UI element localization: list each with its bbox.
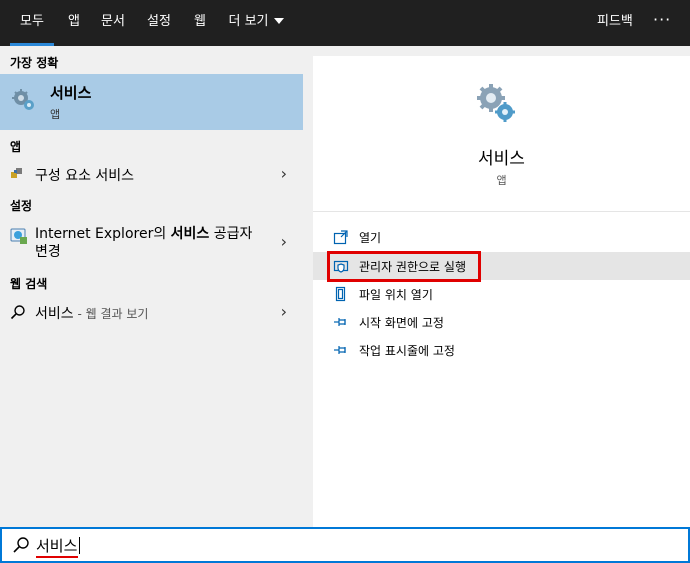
list-item-component-services[interactable]: 구성 요소 서비스 › (0, 160, 303, 188)
chevron-down-icon (273, 17, 284, 24)
tab-label: 앱 (68, 14, 80, 29)
open-action[interactable]: 열기 (313, 223, 690, 251)
best-match-subtitle: 앱 (50, 108, 61, 121)
open-icon (333, 230, 348, 245)
tab-label: 모두 (20, 14, 44, 29)
chevron-right-icon: › (280, 302, 287, 321)
tab-label: 더 보기 (228, 14, 269, 29)
pin-to-start-action[interactable]: 시작 화면에 고정 (313, 308, 690, 336)
list-item-ie-search-provider[interactable]: Internet Explorer의 서비스 공급자 변경 › (0, 220, 303, 264)
web-result-hint: - 웹 결과 보기 (73, 307, 149, 321)
preview-title: 서비스 (478, 149, 525, 169)
search-query: 서비스 (36, 537, 78, 555)
action-label: 파일 위치 열기 (359, 288, 433, 302)
action-label: 시작 화면에 고정 (359, 316, 444, 330)
divider (313, 211, 690, 212)
feedback-button[interactable]: 피드백 (597, 0, 633, 44)
annotation-highlight-box (327, 251, 481, 282)
action-label: 열기 (359, 231, 382, 245)
annotation-underline (36, 556, 78, 558)
open-file-location-action[interactable]: 파일 위치 열기 (313, 280, 690, 308)
label-prefix: Internet Explorer의 (35, 226, 171, 242)
preview-subtitle: 앱 (496, 174, 507, 187)
label-bold: 서비스 (170, 226, 210, 242)
tab-apps[interactable]: 앱 (62, 0, 86, 46)
list-item-web-search[interactable]: 서비스 - 웹 결과 보기 › (0, 298, 303, 326)
action-label: 작업 표시줄에 고정 (359, 344, 455, 358)
component-services-icon (11, 168, 22, 178)
pin-icon (334, 318, 346, 326)
gears-icon (477, 84, 515, 122)
web-query: 서비스 (35, 306, 74, 322)
tab-more[interactable]: 더 보기 (226, 0, 286, 46)
results-panel: 가장 정확 서비스 앱 앱 구성 요소 서비스 › 설정 Internet Ex… (0, 46, 303, 527)
search-input[interactable]: 서비스 (36, 535, 81, 556)
best-match-result[interactable]: 서비스 앱 (0, 74, 303, 130)
chevron-right-icon: › (280, 164, 287, 183)
filter-bar: 모두 앱 문서 설정 웹 더 보기 피드백 ··· (0, 0, 690, 46)
search-icon (13, 537, 29, 553)
chevron-right-icon: › (280, 232, 287, 251)
best-match-title: 서비스 (50, 84, 92, 102)
pin-to-taskbar-action[interactable]: 작업 표시줄에 고정 (313, 336, 690, 364)
file-location-icon (335, 286, 346, 302)
tab-settings[interactable]: 설정 (143, 0, 175, 46)
apps-heading: 앱 (10, 140, 22, 154)
label-suffix: 공급자 (209, 226, 253, 242)
web-search-heading: 웹 검색 (10, 277, 48, 291)
preview-panel: 서비스 앱 열기 관리자 권한으로 실행 파일 위치 열기 시작 화면에 고정 (313, 56, 690, 527)
label-line2: 변경 (35, 244, 61, 260)
more-options-button[interactable]: ··· (653, 0, 671, 40)
text-caret (79, 537, 81, 554)
tab-label: 웹 (194, 14, 206, 29)
list-item-label: 구성 요소 서비스 (35, 168, 135, 184)
search-box[interactable]: 서비스 (0, 527, 690, 563)
list-item-label: Internet Explorer의 서비스 공급자 변경 (35, 225, 252, 261)
tab-label: 문서 (101, 14, 125, 29)
tab-documents[interactable]: 문서 (97, 0, 129, 46)
best-match-heading: 가장 정확 (10, 56, 59, 70)
internet-settings-icon (10, 228, 27, 244)
pin-icon (334, 346, 346, 354)
list-item-label: 서비스 - 웹 결과 보기 (35, 303, 148, 323)
gears-icon (12, 89, 34, 110)
tab-label: 설정 (147, 14, 171, 29)
tab-all[interactable]: 모두 (10, 0, 54, 46)
tab-web[interactable]: 웹 (188, 0, 212, 46)
settings-heading: 설정 (10, 199, 33, 213)
search-icon (10, 305, 25, 320)
